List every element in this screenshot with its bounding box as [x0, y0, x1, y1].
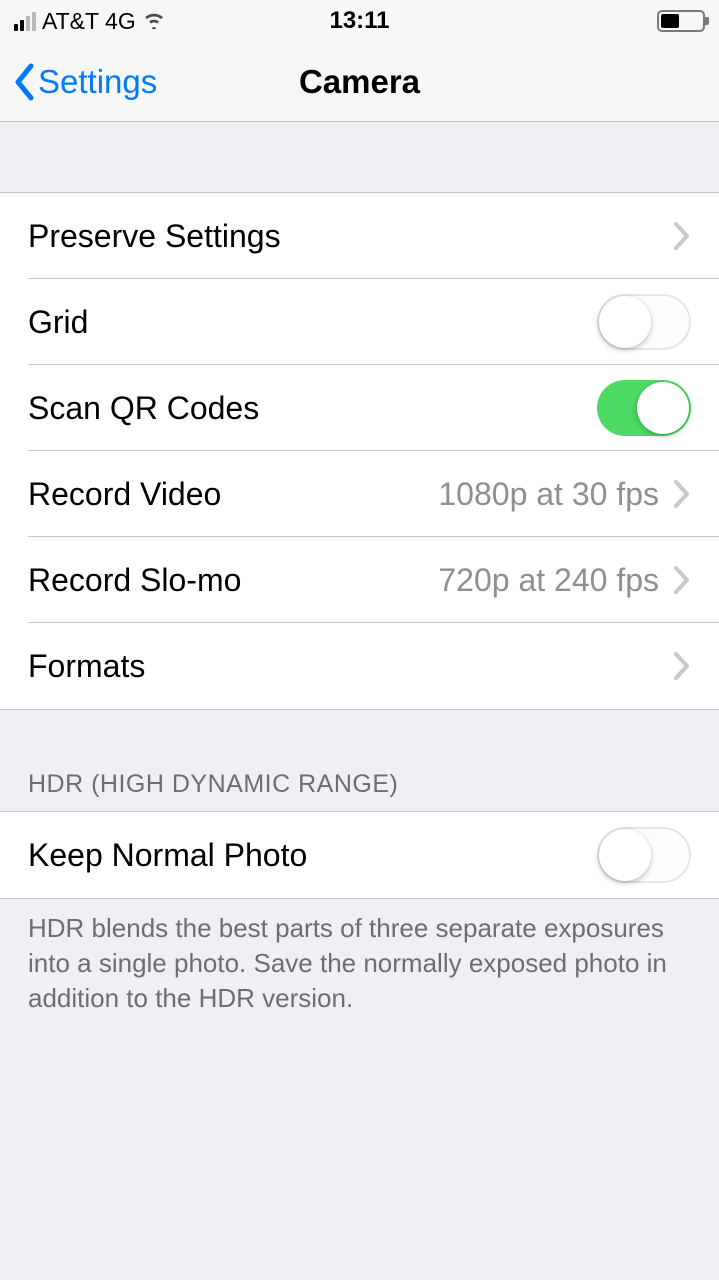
keep-normal-photo-row: Keep Normal Photo [0, 812, 719, 898]
chevron-right-icon [673, 479, 691, 509]
scan-qr-toggle[interactable] [597, 380, 691, 436]
grid-row: Grid [0, 279, 719, 365]
row-value: 1080p at 30 fps [438, 476, 659, 513]
settings-group-hdr: Keep Normal Photo [0, 811, 719, 899]
settings-group-main: Preserve Settings Grid Scan QR Codes Rec… [0, 192, 719, 710]
preserve-settings-row[interactable]: Preserve Settings [0, 193, 719, 279]
signal-strength-icon [14, 11, 36, 31]
status-time: 13:11 [329, 7, 389, 35]
back-label: Settings [38, 63, 157, 101]
row-label: Record Slo-mo [28, 562, 241, 599]
status-right [657, 10, 705, 32]
row-value: 720p at 240 fps [438, 562, 659, 599]
row-label: Preserve Settings [28, 218, 281, 255]
row-label: Formats [28, 648, 145, 685]
scan-qr-row: Scan QR Codes [0, 365, 719, 451]
navigation-bar: Settings Camera [0, 42, 719, 122]
grid-toggle[interactable] [597, 294, 691, 350]
page-title: Camera [299, 63, 420, 101]
carrier-label: AT&T 4G [42, 8, 136, 35]
hdr-section-footer: HDR blends the best parts of three separ… [0, 899, 719, 1016]
formats-row[interactable]: Formats [0, 623, 719, 709]
section-gap [0, 122, 719, 192]
keep-normal-toggle[interactable] [597, 827, 691, 883]
battery-icon [657, 10, 705, 32]
row-label: Record Video [28, 476, 221, 513]
row-label: Keep Normal Photo [28, 837, 307, 874]
row-label: Scan QR Codes [28, 390, 259, 427]
wifi-icon [142, 9, 166, 33]
chevron-left-icon [10, 62, 38, 102]
chevron-right-icon [673, 221, 691, 251]
record-slomo-row[interactable]: Record Slo-mo 720p at 240 fps [0, 537, 719, 623]
row-label: Grid [28, 304, 88, 341]
record-video-row[interactable]: Record Video 1080p at 30 fps [0, 451, 719, 537]
chevron-right-icon [673, 565, 691, 595]
chevron-right-icon [673, 651, 691, 681]
back-button[interactable]: Settings [0, 62, 157, 102]
hdr-section-header: HDR (HIGH DYNAMIC RANGE) [0, 710, 719, 811]
status-left: AT&T 4G [14, 8, 166, 35]
status-bar: AT&T 4G 13:11 [0, 0, 719, 42]
